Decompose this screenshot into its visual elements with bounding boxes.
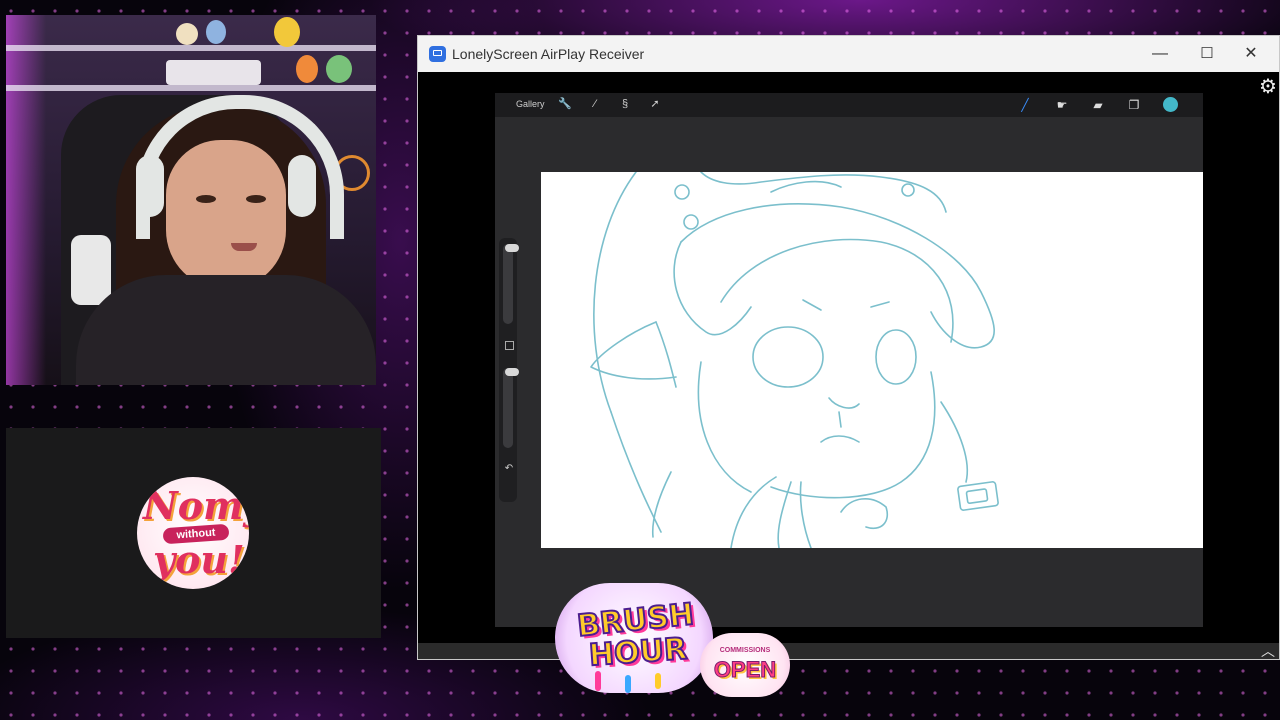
toy-figure [296, 55, 318, 83]
wrench-icon[interactable]: 🔧 [558, 97, 572, 111]
toy-figure [326, 55, 352, 83]
webcam-feed [6, 15, 376, 385]
shelf-middle [6, 85, 376, 91]
maximize-button[interactable]: ☐ [1185, 40, 1229, 68]
procreate-sidebar: ↶ [499, 238, 519, 502]
shelf-top [6, 45, 376, 51]
drawing-canvas[interactable] [541, 172, 1203, 548]
logo-text: you! [153, 537, 245, 582]
toy-figure [176, 23, 198, 45]
magic-wand-icon[interactable]: ⁄ [588, 97, 602, 111]
toy-figure [206, 20, 226, 44]
airplay-app-icon [429, 46, 446, 62]
layers-icon[interactable]: ❐ [1126, 97, 1142, 113]
brush-size-slider[interactable] [503, 244, 519, 324]
gear-icon[interactable]: ⚙ [1257, 76, 1279, 98]
selection-icon[interactable]: § [618, 97, 632, 111]
slider-knob[interactable] [505, 244, 519, 252]
window-bottom-bar: ︿ [418, 643, 1279, 659]
color-picker[interactable] [1163, 97, 1178, 112]
procreate-toolbar: Gallery 🔧 ⁄ § ➚ ╱ ☛ ▰ ❐ [495, 93, 1203, 117]
toy-figure [274, 17, 300, 47]
chair-stripe [71, 235, 111, 305]
close-button[interactable]: ✕ [1229, 40, 1273, 68]
chevron-up-icon[interactable]: ︿ [1261, 643, 1275, 659]
undo-icon[interactable]: ↶ [502, 463, 516, 474]
smudge-icon[interactable]: ☛ [1054, 97, 1070, 113]
transform-icon[interactable]: ➚ [648, 97, 662, 111]
commissions-label: COMMISSIONS [719, 647, 771, 654]
neon-light [6, 15, 46, 385]
mouth [231, 243, 257, 251]
slider-knob[interactable] [505, 368, 519, 376]
open-label: OPEN [713, 657, 777, 683]
eraser-icon[interactable]: ▰ [1090, 97, 1106, 113]
brush-hour-text: HOUR [587, 631, 689, 675]
paint-drip [655, 673, 661, 689]
airplay-window: LonelyScreen AirPlay Receiver — ☐ ✕ ⚙ Ga… [417, 35, 1280, 660]
opacity-slider[interactable] [503, 368, 519, 448]
streamer-body [76, 275, 376, 385]
paint-drip [625, 675, 631, 693]
gallery-button[interactable]: Gallery [516, 99, 545, 109]
title-bar[interactable]: LonelyScreen AirPlay Receiver — ☐ ✕ [418, 36, 1279, 72]
brush-hour-logo: BRUSH HOUR [555, 583, 713, 693]
procreate-app: Gallery 🔧 ⁄ § ➚ ╱ ☛ ▰ ❐ ↶ [495, 93, 1203, 627]
headphone-ear [136, 155, 164, 217]
headphone-ear [288, 155, 316, 217]
channel-logo: Nomy without you! [137, 477, 249, 589]
eyedropper-button[interactable] [505, 341, 514, 350]
logo-text: Nomy [143, 483, 249, 528]
minimize-button[interactable]: — [1138, 40, 1182, 68]
brush-icon[interactable]: ╱ [1017, 97, 1033, 113]
window-title: LonelyScreen AirPlay Receiver [452, 46, 645, 62]
paint-drip [595, 671, 601, 691]
storage-box [166, 60, 261, 85]
commissions-open-badge: COMMISSIONS OPEN [700, 633, 790, 697]
sketch-drawing [590, 172, 999, 548]
